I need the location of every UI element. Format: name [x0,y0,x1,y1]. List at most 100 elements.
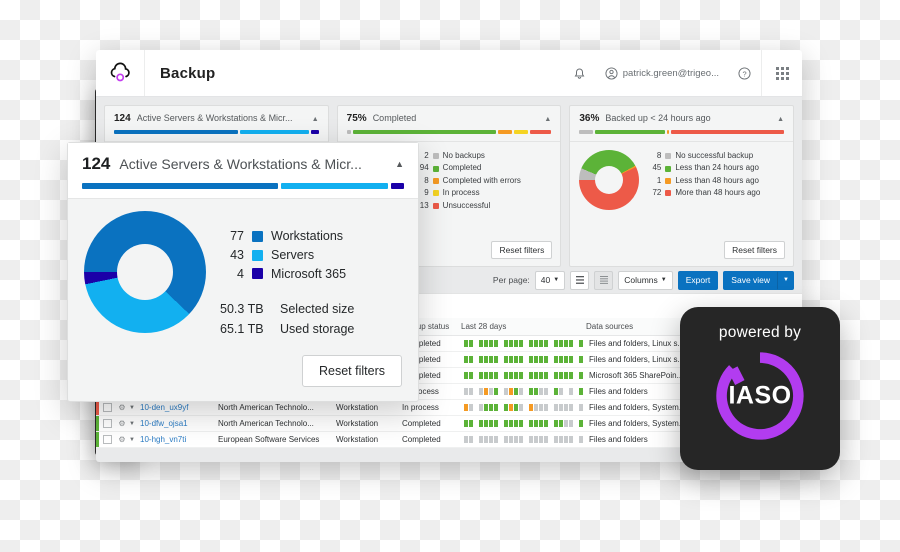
reset-filters-button[interactable]: Reset filters [302,355,402,387]
per-page-select[interactable]: 40 ▼ [534,270,566,290]
reset-filters-button[interactable]: Reset filters [491,241,553,259]
reset-filters-button[interactable]: Reset filters [724,241,786,259]
day-cell [499,372,503,379]
day-cell [469,356,473,363]
card-header: 75% Completed ▲ [338,106,561,130]
day-cell [554,420,558,427]
day-cell [569,388,573,395]
row-device-name[interactable]: 10-hgh_vn7ti [140,435,218,444]
th-last-28-days[interactable]: Last 28 days [461,322,586,331]
legend-row[interactable]: 94 Completed [415,162,521,174]
row-backup-status: Completed [402,419,441,428]
day-cell [519,436,523,443]
legend-row[interactable]: 2 No backups [415,150,521,162]
day-cell [534,388,538,395]
chevron-up-icon[interactable]: ▲ [312,116,319,123]
legend-row[interactable]: 72 More than 48 hours ago [647,187,760,199]
row-last-28-days [464,388,589,395]
bar-segment [595,130,665,134]
day-cell [539,388,543,395]
row-device-type: Workstation [336,403,379,412]
chevron-up-icon[interactable]: ▲ [395,159,404,169]
day-cell [499,420,503,427]
day-cell [489,436,493,443]
popup-bar [82,183,404,189]
popup-legend-row[interactable]: 4 Microsoft 365 [220,265,354,284]
export-button[interactable]: Export [677,270,719,290]
iaso-ring-icon: IASO [712,348,808,444]
chevron-up-icon[interactable]: ▲ [777,116,784,123]
chevron-down-icon[interactable]: ▼ [129,421,140,427]
day-cell [569,372,573,379]
day-cell [504,420,508,427]
chevron-down-icon[interactable]: ▼ [129,405,140,411]
day-cell [484,388,488,395]
gear-icon[interactable]: ⚙ [115,435,129,444]
day-cell [564,356,568,363]
popup-legend: 77 Workstations 43 Servers 4 Microsoft 365 [220,211,354,283]
popup-right: 77 Workstations 43 Servers 4 Microsoft 365 50… [220,211,354,339]
question-circle-icon[interactable]: ? [727,50,761,96]
day-cell [519,388,523,395]
columns-button[interactable]: Columns ▼ [618,270,673,290]
day-cell [554,388,558,395]
list-view-icon[interactable] [570,270,590,290]
legend-label: In process [442,188,480,198]
row-device-type: Workstation [336,419,379,428]
row-device-type: Workstation [336,435,379,444]
legend-row[interactable]: 45 Less than 24 hours ago [647,162,760,174]
row-device-name[interactable]: 10-den_ux9yf [140,403,218,412]
row-device-name[interactable]: 10-dfw_ojsa1 [140,419,218,428]
day-cell [564,340,568,347]
gear-icon[interactable]: ⚙ [115,403,129,412]
legend-row[interactable]: 1 Less than 48 hours ago [647,175,760,187]
day-cell [549,340,553,347]
legend-row[interactable]: 8 No successful backup [647,150,760,162]
day-cell [524,388,528,395]
bell-icon[interactable] [563,50,597,96]
popup-legend-row[interactable]: 77 Workstations [220,227,354,246]
bar-segment [391,183,404,189]
gear-icon[interactable]: ⚙ [115,419,129,428]
day-cell [494,388,498,395]
day-cell [499,340,503,347]
bar-segment [498,130,512,134]
legend-value: 77 [230,229,244,243]
day-cell [559,340,563,347]
day-cell [494,356,498,363]
day-cell [464,388,468,395]
day-cell [554,356,558,363]
card-backup-age[interactable]: 36% Backed up < 24 hours ago ▲ 8 No succe… [569,105,795,267]
row-checkbox[interactable] [99,419,115,428]
legend-row[interactable]: 8 Completed with errors [415,175,521,187]
popup-legend-row[interactable]: 43 Servers [220,246,354,265]
legend-label: Microsoft 365 [271,266,347,281]
day-cell [489,404,493,411]
columns-label: Columns [624,275,658,285]
topbar-actions: patrick.green@trigeo... ? [563,50,802,96]
legend-row[interactable]: 13 Unsuccessful [415,200,521,212]
legend-label: Less than 24 hours ago [675,163,759,173]
per-page-label: Per page: [492,275,530,285]
day-cell [534,436,538,443]
day-cell [519,372,523,379]
compact-view-icon[interactable] [594,270,614,290]
chevron-down-icon[interactable]: ▼ [129,437,140,443]
save-view-button[interactable]: Save view [723,270,779,290]
day-cell [544,388,548,395]
day-cell [574,404,578,411]
save-view-caret[interactable]: ▼ [778,270,794,290]
legend-value: 4 [237,266,244,281]
day-cell [579,372,583,379]
chevron-up-icon[interactable]: ▲ [544,116,551,123]
day-cell [474,388,478,395]
user-account[interactable]: patrick.green@trigeo... [597,66,727,80]
app-grid-icon[interactable] [761,50,802,96]
popup-body: 77 Workstations 43 Servers 4 Microsoft 365 50… [68,198,418,351]
row-checkbox[interactable] [99,435,115,444]
legend-swatch [665,177,672,184]
legend-row[interactable]: 9 In process [415,187,521,199]
day-cell [469,340,473,347]
row-checkbox[interactable] [99,403,115,412]
powered-by-label: powered by [718,324,802,341]
